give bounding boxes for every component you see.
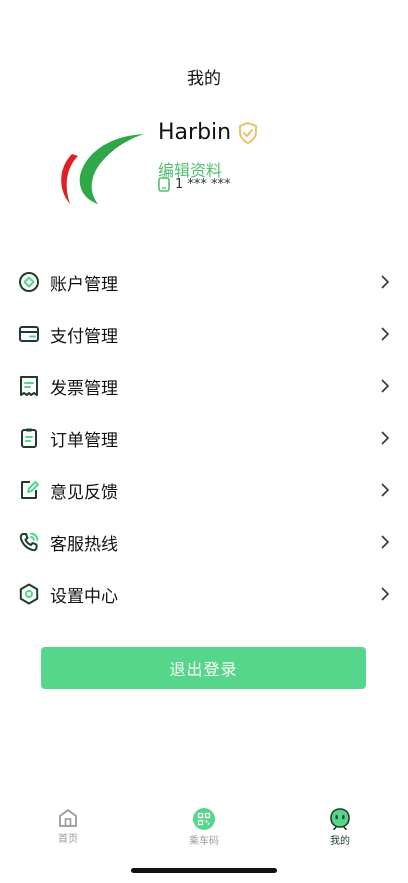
chevron-right-icon [381, 483, 390, 497]
feedback-edit-icon [21, 481, 39, 499]
tab-ride-code[interactable]: 乘车码 [136, 800, 272, 852]
home-indicator[interactable] [131, 868, 277, 873]
settings-hexagon-icon [19, 583, 39, 605]
menu-item-label: 支付管理 [50, 326, 118, 347]
menu-item-orders[interactable]: 订单管理 [0, 412, 408, 464]
account-icon [19, 272, 39, 292]
settings-menu: 账户管理 支付管理 发票管理 订单管理 意见反馈 客服热线 设置中心 [0, 256, 408, 620]
wallet-icon [19, 326, 39, 342]
avatar[interactable] [50, 128, 154, 208]
qr-code-icon [193, 808, 215, 830]
clipboard-icon [21, 428, 37, 448]
bottom-tab-bar: 首页 乘车码 我的 [0, 800, 408, 852]
menu-item-label: 发票管理 [50, 378, 118, 399]
menu-item-invoice[interactable]: 发票管理 [0, 360, 408, 412]
home-icon [59, 809, 77, 827]
menu-item-label: 账户管理 [50, 274, 118, 295]
menu-item-label: 订单管理 [50, 430, 118, 451]
menu-item-label: 意见反馈 [50, 482, 118, 503]
user-name: Harbin [158, 120, 232, 145]
tab-mine[interactable]: 我的 [272, 800, 408, 852]
tab-label: 首页 [58, 834, 78, 845]
tab-label: 我的 [330, 836, 350, 847]
phone-row: 1 *** *** [158, 177, 231, 192]
phone-number: 1 *** *** [175, 177, 231, 192]
menu-item-settings[interactable]: 设置中心 [0, 568, 408, 620]
menu-item-payment[interactable]: 支付管理 [0, 308, 408, 360]
phone-icon [19, 532, 39, 552]
chevron-right-icon [381, 431, 390, 445]
tab-label: 乘车码 [189, 836, 219, 847]
robot-face-icon [330, 808, 350, 830]
profile-name-row: Harbin [158, 120, 259, 145]
menu-item-feedback[interactable]: 意见反馈 [0, 464, 408, 516]
tab-home[interactable]: 首页 [0, 800, 136, 852]
chevron-right-icon [381, 587, 390, 601]
page-title: 我的 [187, 69, 221, 89]
logout-button[interactable]: 退出登录 [41, 647, 366, 689]
chevron-right-icon [381, 275, 390, 289]
chevron-right-icon [381, 327, 390, 341]
chevron-right-icon [381, 379, 390, 393]
mobile-phone-icon [158, 177, 170, 192]
menu-item-hotline[interactable]: 客服热线 [0, 516, 408, 568]
menu-item-label: 客服热线 [50, 534, 118, 555]
menu-item-account[interactable]: 账户管理 [0, 256, 408, 308]
chevron-right-icon [381, 535, 390, 549]
verified-shield-icon [239, 121, 258, 144]
invoice-icon [20, 376, 38, 396]
menu-item-label: 设置中心 [50, 586, 118, 607]
